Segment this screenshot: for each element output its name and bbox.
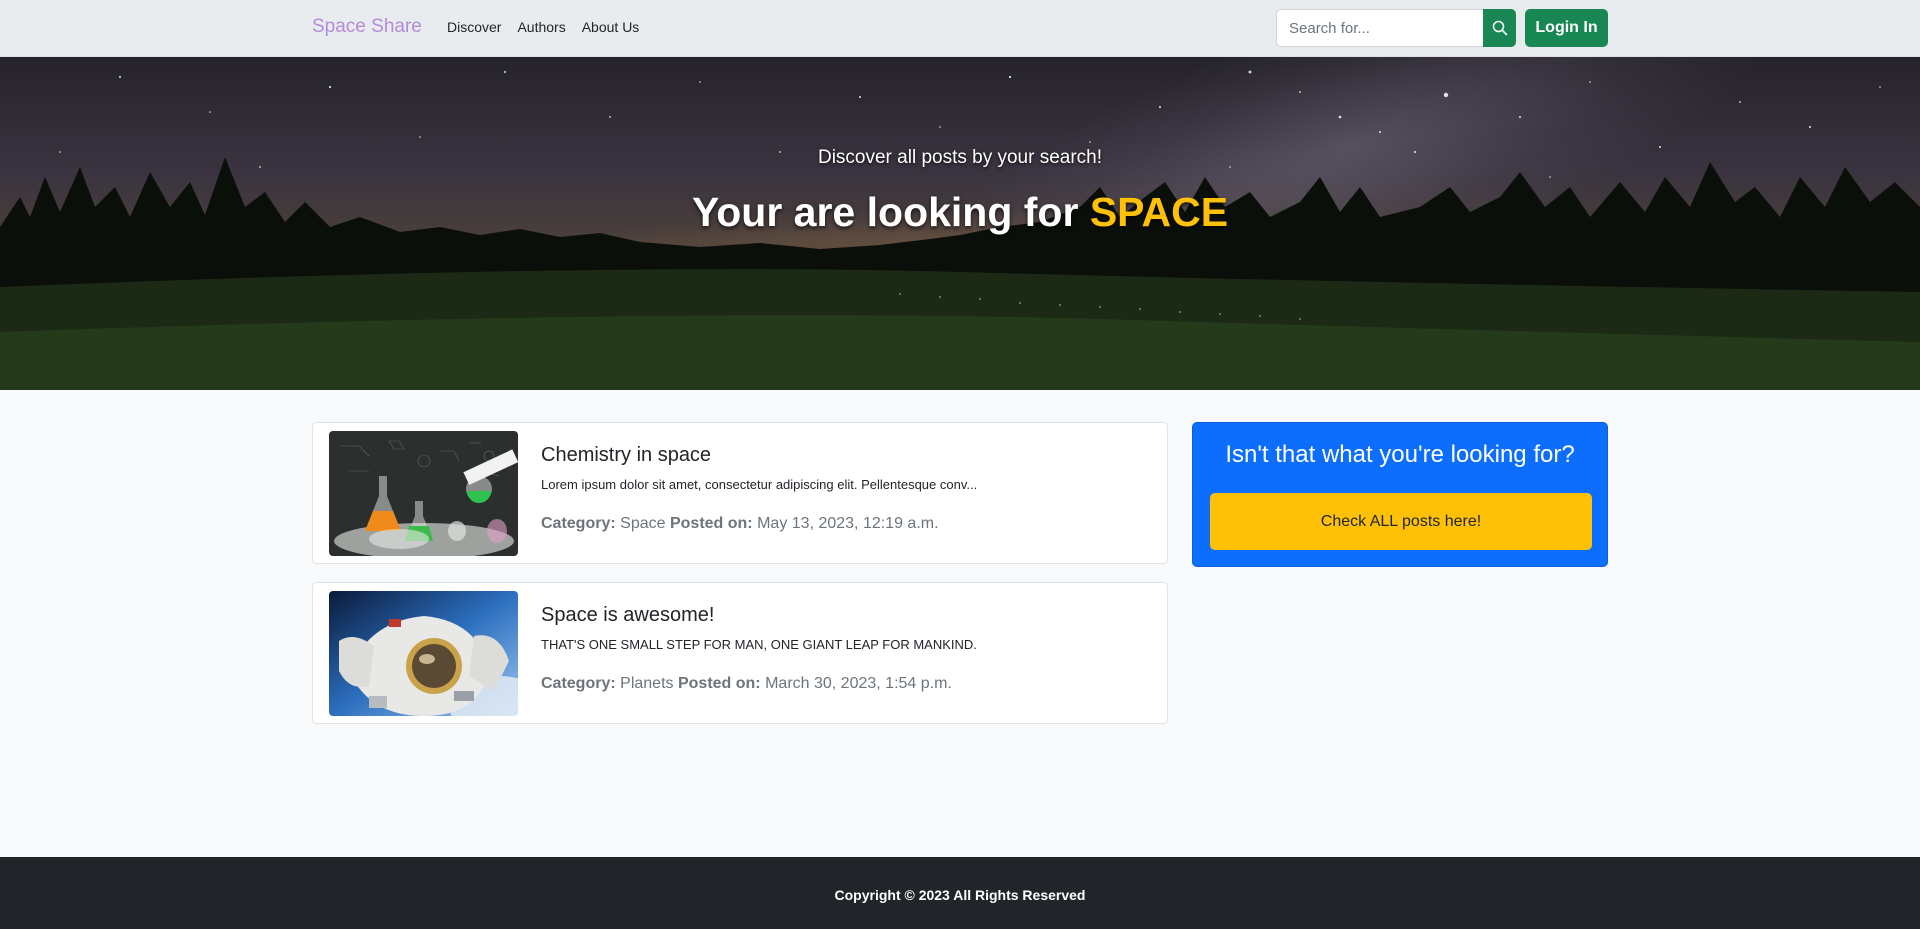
post-category: Planets xyxy=(620,675,674,692)
post-title[interactable]: Space is awesome! xyxy=(541,604,714,627)
category-label: Category: xyxy=(541,675,616,692)
login-button[interactable]: Login In xyxy=(1525,9,1608,47)
post-category: Space xyxy=(620,515,666,532)
search-button[interactable] xyxy=(1483,9,1516,47)
posted-label: Posted on: xyxy=(677,675,761,692)
check-all-posts-button[interactable]: Check ALL posts here! xyxy=(1210,493,1592,550)
nav-link-discover[interactable]: Discover xyxy=(447,19,501,35)
category-label: Category: xyxy=(541,515,616,532)
callout-title: Isn't that what you're looking for? xyxy=(1225,441,1575,468)
hero-search-query: SPACE xyxy=(1089,189,1229,235)
post-thumbnail-astronaut[interactable] xyxy=(329,591,518,716)
brand-logo[interactable]: Space Share xyxy=(312,16,422,38)
nav-links: Discover Authors About Us xyxy=(447,19,655,35)
footer-copyright: Copyright © 2023 All Rights Reserved xyxy=(834,887,1086,903)
search-form xyxy=(1276,9,1516,47)
post-card[interactable]: Space is awesome! THAT'S ONE SMALL STEP … xyxy=(312,582,1168,724)
post-excerpt: THAT'S ONE SMALL STEP FOR MAN, ONE GIANT… xyxy=(541,637,977,652)
nav-link-authors[interactable]: Authors xyxy=(517,19,565,35)
post-date: May 13, 2023, 12:19 a.m. xyxy=(757,515,939,532)
navbar: Space Share Discover Authors About Us Lo… xyxy=(0,0,1920,57)
post-meta: Category: Space Posted on: May 13, 2023,… xyxy=(541,515,939,533)
chemistry-flasks-image xyxy=(329,431,518,556)
post-card[interactable]: Chemistry in space Lorem ipsum dolor sit… xyxy=(312,422,1168,564)
hero-title-prefix: Your are looking for xyxy=(691,189,1090,235)
posted-label: Posted on: xyxy=(669,515,753,532)
hero-subtitle: Discover all posts by your search! xyxy=(817,147,1103,168)
post-meta: Category: Planets Posted on: March 30, 2… xyxy=(541,675,952,693)
nav-link-about-us[interactable]: About Us xyxy=(582,19,640,35)
hero-banner: Discover all posts by your search! Your … xyxy=(0,57,1920,390)
post-thumbnail-chemistry[interactable] xyxy=(329,431,518,556)
astronaut-image xyxy=(329,591,518,716)
hero-title: Your are looking for SPACE xyxy=(0,189,1920,236)
search-input[interactable] xyxy=(1276,9,1483,47)
footer: Copyright © 2023 All Rights Reserved xyxy=(0,857,1920,929)
search-icon xyxy=(1492,20,1507,36)
post-excerpt: Lorem ipsum dolor sit amet, consectetur … xyxy=(541,477,978,492)
all-posts-callout: Isn't that what you're looking for? Chec… xyxy=(1192,422,1608,567)
post-date: March 30, 2023, 1:54 p.m. xyxy=(765,675,952,692)
post-title[interactable]: Chemistry in space xyxy=(541,444,711,467)
